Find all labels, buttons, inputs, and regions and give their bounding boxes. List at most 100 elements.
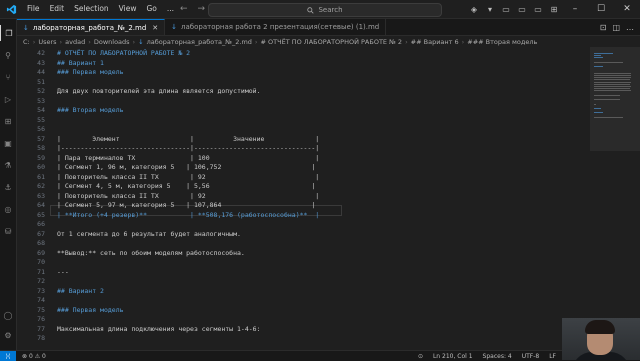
toggle-secondary-sidebar-icon[interactable]: ▭ xyxy=(530,0,546,18)
editor-line[interactable]: 63 | Повторитель класса II TX | 92 | xyxy=(17,192,589,201)
minimap-line xyxy=(594,116,623,118)
editor-line[interactable]: 56 xyxy=(17,125,589,134)
line-text: | Сегмент 1, 96 м, категория 5 | 106,752… xyxy=(57,163,316,171)
breadcrumb-item[interactable]: Users xyxy=(38,38,56,46)
minimap-line xyxy=(594,90,631,92)
search-view-icon[interactable]: ⚲ xyxy=(0,47,16,63)
editor-line[interactable]: 53 xyxy=(17,97,589,106)
line-text: # ОТЧЁТ ПО ЛАБОРАТОРНОЙ РАБОТЕ № 2 xyxy=(57,49,191,57)
minimap[interactable] xyxy=(590,47,640,350)
database-icon[interactable]: ⛁ xyxy=(0,223,16,239)
editor-line[interactable]: 57 | Элемент | Значение | xyxy=(17,135,589,144)
editor-line[interactable]: 54 ### Вторая модель xyxy=(17,106,589,115)
markdown-icon: ↓ xyxy=(138,37,144,46)
split-editor-icon[interactable]: ◫ xyxy=(612,23,620,32)
editor-line[interactable]: 58 |---------------------------------|---… xyxy=(17,144,589,153)
editor-line[interactable]: 60 | Сегмент 1, 96 м, категория 5 | 106,7… xyxy=(17,163,589,172)
customize-layout-icon[interactable]: ⊞ xyxy=(546,0,562,18)
editor-line[interactable]: 55 xyxy=(17,116,589,125)
editor-line[interactable]: 43 ## Вариант 1 xyxy=(17,59,589,68)
breadcrumb-item[interactable]: лабораторная_работа_№_2.md xyxy=(147,38,252,46)
settings-gear-icon[interactable]: ⚙ xyxy=(0,327,16,343)
toggle-primary-sidebar-icon[interactable]: ▭ xyxy=(498,0,514,18)
editor-line[interactable]: 70 xyxy=(17,258,589,267)
menu-go[interactable]: Go xyxy=(141,0,161,18)
explorer-icon[interactable]: ❐ xyxy=(0,25,17,41)
editor-line[interactable]: 68 xyxy=(17,239,589,248)
encoding[interactable]: UTF-8 xyxy=(522,353,540,360)
editor-line[interactable]: 66 xyxy=(17,220,589,229)
end-of-line[interactable]: LF xyxy=(549,353,556,360)
source-control-icon[interactable]: ⑂ xyxy=(0,69,16,85)
editor-line[interactable]: 59 | Пара терминалов ТХ | 100 | xyxy=(17,154,589,163)
editor-line[interactable]: 78 xyxy=(17,334,589,343)
extensions-icon[interactable]: ⊞ xyxy=(0,113,16,129)
minimap-line xyxy=(594,99,621,101)
search-icon xyxy=(307,6,315,14)
editor-line[interactable]: 51 xyxy=(17,78,589,87)
editor-line[interactable]: 62 | Сегмент 4, 5 м, категория 5 | 5,56 | xyxy=(17,182,589,191)
editor-line[interactable]: 44 ### Первая модель xyxy=(17,68,589,77)
line-text: | Сегмент 4, 5 м, категория 5 | 5,56 | xyxy=(57,182,316,190)
breadcrumb-item[interactable]: C: xyxy=(23,38,30,46)
tab-lab-report[interactable]: ↓ лабораторная_работа_№_2.md ✕ xyxy=(17,19,166,35)
editor-line[interactable]: 74 xyxy=(17,296,589,305)
breadcrumb-item[interactable]: avdad xyxy=(65,38,85,46)
minimap-line xyxy=(594,86,631,87)
line-number: 61 xyxy=(37,172,45,181)
editor-line[interactable]: 64 | Сегмент 5, 97 м, категория 5 | 107,8… xyxy=(17,201,589,210)
toggle-panel-icon[interactable]: ▭ xyxy=(514,0,530,18)
editor-line[interactable]: 72 xyxy=(17,277,589,286)
tab-lab-presentation[interactable]: ↓ лабораторная работа 2 презентация(сете… xyxy=(165,19,387,35)
account-icon[interactable]: ◯ xyxy=(0,307,16,323)
code-editor[interactable]: 42 # ОТЧЁТ ПО ЛАБОРАТОРНОЙ РАБОТЕ № 2 43 ##… xyxy=(17,47,589,350)
copilot-icon[interactable]: ◈ xyxy=(466,0,482,18)
menu-view[interactable]: View xyxy=(114,0,142,18)
minimap-line xyxy=(594,75,631,76)
editor-line[interactable]: 76 xyxy=(17,315,589,324)
docker-icon[interactable]: ⚓ xyxy=(0,179,16,195)
breadcrumb-item[interactable]: Downloads xyxy=(94,38,130,46)
tab-label: лабораторная работа 2 презентация(сетевы… xyxy=(181,23,380,31)
run-debug-icon[interactable]: ▷ xyxy=(0,91,16,107)
editor-line[interactable]: 61 | Повторитель класса II TX | 92 | xyxy=(17,173,589,182)
chevron-down-icon[interactable]: ▾ xyxy=(482,0,498,18)
indentation[interactable]: Spaces: 4 xyxy=(483,353,512,360)
line-text: |---------------------------------|-----… xyxy=(57,144,320,152)
problems-indicator[interactable]: ⊗ 0 ⚠ 0 xyxy=(22,353,46,360)
remote-explorer-icon[interactable]: ▣ xyxy=(0,135,16,151)
breadcrumb-item[interactable]: # ОТЧЁТ ПО ЛАБОРАТОРНОЙ РАБОТЕ № 2 xyxy=(261,38,403,46)
open-preview-icon[interactable]: ⊡ xyxy=(600,23,607,32)
menu-file[interactable]: File xyxy=(22,0,45,18)
close-window-button[interactable]: ✕ xyxy=(614,0,640,18)
more-actions-icon[interactable]: … xyxy=(626,23,634,32)
editor-line[interactable]: 77 Максимальная длина подключения через с… xyxy=(17,325,589,334)
testing-icon[interactable]: ⚗ xyxy=(0,157,16,173)
maximize-button[interactable]: ☐ xyxy=(588,0,614,18)
minimap-line xyxy=(594,83,631,85)
cursor-position[interactable]: Ln 210, Col 1 xyxy=(433,353,473,360)
editor-line[interactable]: 69 **Вывод:** сеть по обоим моделям работ… xyxy=(17,249,589,258)
menu-edit[interactable]: Edit xyxy=(45,0,70,18)
chat-icon[interactable]: ◎ xyxy=(0,201,16,217)
line-number: 73 xyxy=(37,286,45,295)
back-arrow-icon[interactable]: ← xyxy=(180,4,188,14)
close-tab-icon[interactable]: ✕ xyxy=(152,24,158,32)
minimap-line xyxy=(594,77,631,79)
menu-selection[interactable]: Selection xyxy=(69,0,114,18)
zoom-icon[interactable]: ⊙ xyxy=(418,353,423,360)
menu-more[interactable]: ... xyxy=(162,0,179,18)
breadcrumb-item[interactable]: ### Вторая модель xyxy=(467,38,537,46)
editor-line[interactable]: 52 Для двух повторителей эта длина являет… xyxy=(17,87,589,96)
editor-line[interactable]: 71 --- xyxy=(17,268,589,277)
editor-line[interactable]: 73 ## Вариант 2 xyxy=(17,287,589,296)
breadcrumb-item[interactable]: ## Вариант 6 xyxy=(411,38,459,46)
command-center-search[interactable]: Search xyxy=(208,3,442,17)
editor-line[interactable]: 75 ### Первая модель xyxy=(17,306,589,315)
minimize-button[interactable]: – xyxy=(562,0,588,18)
editor-line[interactable]: 65 | **Итого (+4 резерв)** | **508,176 (р… xyxy=(17,211,589,220)
line-text: Для двух повторителей эта длина является… xyxy=(57,87,261,95)
editor-line[interactable]: 42 # ОТЧЁТ ПО ЛАБОРАТОРНОЙ РАБОТЕ № 2 xyxy=(17,49,589,58)
forward-arrow-icon[interactable]: → xyxy=(198,4,206,14)
editor-line[interactable]: 67 От 1 сегмента до 6 результат будет ана… xyxy=(17,230,589,239)
